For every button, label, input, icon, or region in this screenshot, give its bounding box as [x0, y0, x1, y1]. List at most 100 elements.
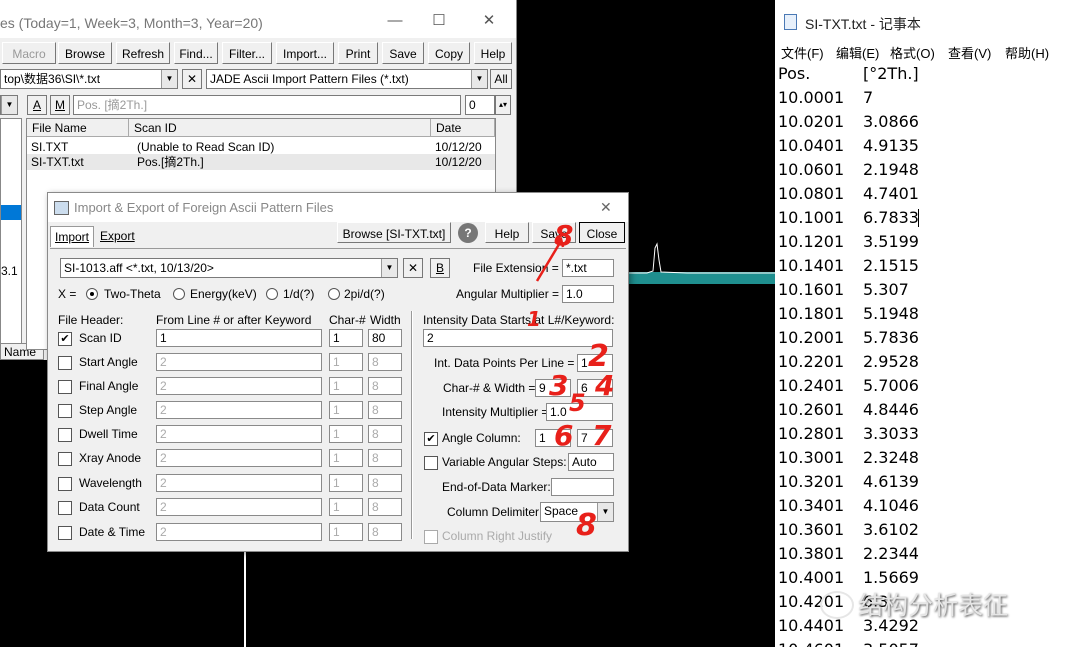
file-type-dropdown[interactable]: JADE Ascii Import Pattern Files (*.txt) …: [206, 69, 488, 89]
menu-help[interactable]: 帮助(H): [1005, 43, 1049, 62]
wavelength-checkbox[interactable]: [58, 477, 72, 491]
chevron-down-icon[interactable]: ▼: [381, 259, 397, 277]
delete-format-button[interactable]: ✕: [403, 258, 423, 278]
intensity-start-input[interactable]: 2: [423, 329, 613, 347]
date-time-checkbox[interactable]: [58, 526, 72, 540]
data-count-checkbox[interactable]: [58, 501, 72, 515]
dwell-time-checkbox[interactable]: [58, 428, 72, 442]
menu-format[interactable]: 格式(O): [890, 43, 935, 62]
dialog-help-button[interactable]: Help: [485, 222, 529, 243]
xray-anode-checkbox[interactable]: [58, 452, 72, 466]
tab-import[interactable]: Import: [50, 226, 95, 247]
scan-id-width-input[interactable]: 80: [368, 329, 402, 347]
path-dropdown[interactable]: top\数据36\SI\*.txt ▼: [0, 69, 178, 89]
a-button[interactable]: A: [27, 95, 47, 115]
variable-steps-input[interactable]: Auto: [568, 453, 614, 471]
scan-id-cell: (Unable to Read Scan ID): [137, 140, 275, 154]
scan-id-checkbox[interactable]: ✔: [58, 332, 72, 346]
xray-anode-width-input[interactable]: 8: [368, 449, 402, 467]
import-button[interactable]: Import...: [276, 42, 334, 64]
start-angle-width-input[interactable]: 8: [368, 353, 402, 371]
variable-steps-checkbox[interactable]: [424, 456, 438, 470]
chevron-down-icon[interactable]: ▼: [1, 96, 17, 114]
chevron-down-icon[interactable]: ▼: [161, 70, 177, 88]
save-toolbar-button[interactable]: Save: [382, 42, 424, 64]
wavelength-line-input[interactable]: 2: [156, 474, 322, 492]
final-angle-width-input[interactable]: 8: [368, 377, 402, 395]
col-date[interactable]: Date: [431, 119, 495, 137]
right-justify-checkbox[interactable]: [424, 530, 438, 544]
chevron-down-icon[interactable]: ▼: [471, 70, 487, 88]
refresh-button[interactable]: Refresh: [116, 42, 170, 64]
angular-multiplier-input[interactable]: 1.0: [562, 285, 614, 303]
date-time-line-input[interactable]: 2: [156, 523, 322, 541]
spin-input[interactable]: 0: [465, 95, 495, 115]
all-button[interactable]: All: [490, 69, 512, 89]
filter-button[interactable]: Filter...: [222, 42, 272, 64]
from-line-label: From Line # or after Keyword: [156, 313, 312, 327]
find-button[interactable]: Find...: [174, 42, 218, 64]
tab-export[interactable]: Export: [96, 226, 139, 246]
maximize-button[interactable]: ☐: [424, 10, 454, 32]
dwell-time-width-input[interactable]: 8: [368, 425, 402, 443]
radio-2pi-d[interactable]: [328, 288, 340, 300]
close-window-button[interactable]: ✕: [474, 10, 504, 32]
browse-file-button[interactable]: Browse [SI-TXT.txt]: [337, 222, 451, 243]
scan-filter-input[interactable]: Pos. [摘2Th.]: [73, 95, 461, 115]
folder-tree-pane[interactable]: 3.1: [0, 118, 22, 345]
dwell-time-char-input[interactable]: 1: [329, 425, 363, 443]
angle-column-checkbox[interactable]: ✔: [424, 432, 438, 446]
dwell-time-line-input[interactable]: 2: [156, 425, 322, 443]
scan-id-char-input[interactable]: 1: [329, 329, 363, 347]
format-select[interactable]: SI-1013.aff <*.txt, 10/13/20> ▼: [60, 258, 398, 278]
step-angle-checkbox[interactable]: [58, 404, 72, 418]
b-button[interactable]: B: [430, 258, 450, 278]
data-count-line-input[interactable]: 2: [156, 498, 322, 516]
date-time-width-input[interactable]: 8: [368, 523, 402, 541]
xray-anode-char-input[interactable]: 1: [329, 449, 363, 467]
menu-view[interactable]: 查看(V): [948, 43, 991, 62]
step-angle-char-input[interactable]: 1: [329, 401, 363, 419]
radio-energy[interactable]: [173, 288, 185, 300]
data-count-width-input[interactable]: 8: [368, 498, 402, 516]
left-small-dropdown[interactable]: ▼: [0, 95, 18, 115]
start-angle-line-input[interactable]: 2: [156, 353, 322, 371]
final-angle-char-input[interactable]: 1: [329, 377, 363, 395]
step-angle-width-input[interactable]: 8: [368, 401, 402, 419]
col-file-name[interactable]: File Name: [27, 119, 129, 137]
wavelength-width-input[interactable]: 8: [368, 474, 402, 492]
pos-value: 10.2601: [778, 400, 845, 419]
print-button[interactable]: Print: [338, 42, 378, 64]
macro-button[interactable]: Macro: [2, 42, 56, 64]
clear-path-button[interactable]: ✕: [182, 69, 202, 89]
help-toolbar-button[interactable]: Help: [474, 42, 512, 64]
dialog-close-icon[interactable]: ✕: [600, 199, 612, 216]
menu-file[interactable]: 文件(F): [781, 43, 824, 62]
final-angle-line-input[interactable]: 2: [156, 377, 322, 395]
start-angle-checkbox[interactable]: [58, 356, 72, 370]
date-time-char-input[interactable]: 1: [329, 523, 363, 541]
radio-two-theta[interactable]: [86, 288, 98, 300]
chevron-down-icon[interactable]: ▼: [597, 503, 613, 521]
radio-inverse-d[interactable]: [266, 288, 278, 300]
col-scan-id[interactable]: Scan ID: [129, 119, 431, 137]
width-label: Width: [370, 313, 401, 327]
minimize-button[interactable]: —: [380, 10, 410, 32]
final-angle-checkbox[interactable]: [58, 380, 72, 394]
browse-button[interactable]: Browse: [58, 42, 112, 64]
xray-anode-line-input[interactable]: 2: [156, 449, 322, 467]
end-marker-input[interactable]: [551, 478, 614, 496]
scan-id-line-input[interactable]: 1: [156, 329, 322, 347]
dialog-close-button[interactable]: Close: [579, 222, 625, 243]
intensity-value: 4.9135: [863, 136, 919, 155]
spin-arrows-icon[interactable]: ▴▾: [495, 95, 511, 115]
copy-button[interactable]: Copy: [428, 42, 470, 64]
step-angle-line-input[interactable]: 2: [156, 401, 322, 419]
m-button[interactable]: M: [50, 95, 70, 115]
help-icon[interactable]: ?: [458, 223, 478, 243]
selected-folder[interactable]: [1, 205, 21, 220]
wavelength-char-input[interactable]: 1: [329, 474, 363, 492]
data-count-char-input[interactable]: 1: [329, 498, 363, 516]
menu-edit[interactable]: 编辑(E): [836, 43, 879, 62]
start-angle-char-input[interactable]: 1: [329, 353, 363, 371]
